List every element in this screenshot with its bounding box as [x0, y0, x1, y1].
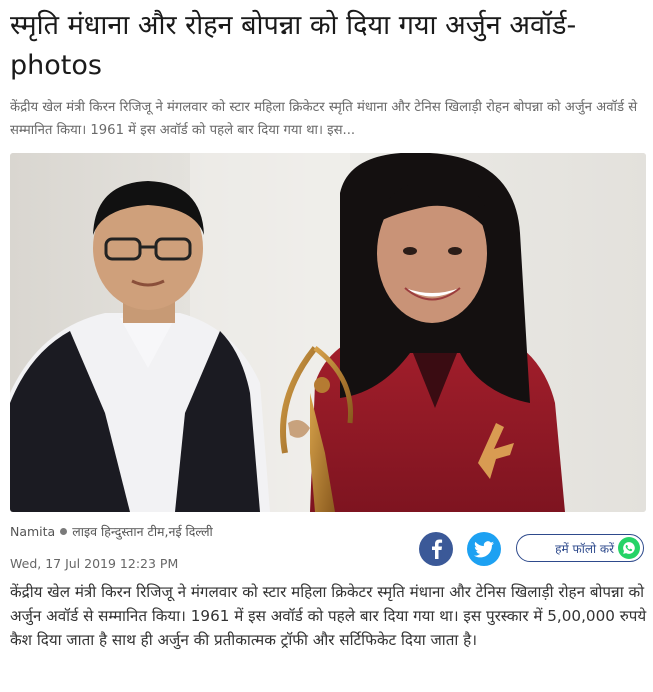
source-name: लाइव हिन्दुस्तान टीम,नई दिल्ली — [72, 524, 213, 539]
author-name[interactable]: Namita — [10, 524, 55, 539]
twitter-icon — [474, 540, 494, 557]
separator-dot — [60, 528, 68, 535]
article-summary: केंद्रीय खेल मंत्री किरन रिजिजू ने मंगलव… — [10, 100, 638, 138]
byline: Namita लाइव हिन्दुस्तान टीम,नई दिल्ली — [10, 523, 213, 540]
article-headline: स्मृति मंधाना और रोहन बोपन्ना को दिया गय… — [10, 10, 577, 81]
article-photo — [10, 153, 646, 512]
twitter-share-button[interactable] — [467, 532, 501, 566]
facebook-icon — [432, 539, 443, 559]
publish-date: Wed, 17 Jul 2019 12:23 PM — [10, 556, 179, 571]
article-body: केंद्रीय खेल मंत्री किरन रिजिजू ने मंगलव… — [10, 583, 647, 649]
follow-us-button[interactable]: हमें फॉलो करें — [516, 534, 644, 562]
whatsapp-icon — [618, 537, 640, 559]
photo-illustration — [10, 153, 646, 512]
facebook-share-button[interactable] — [419, 532, 453, 566]
follow-us-label: हमें फॉलो करें — [555, 541, 614, 556]
